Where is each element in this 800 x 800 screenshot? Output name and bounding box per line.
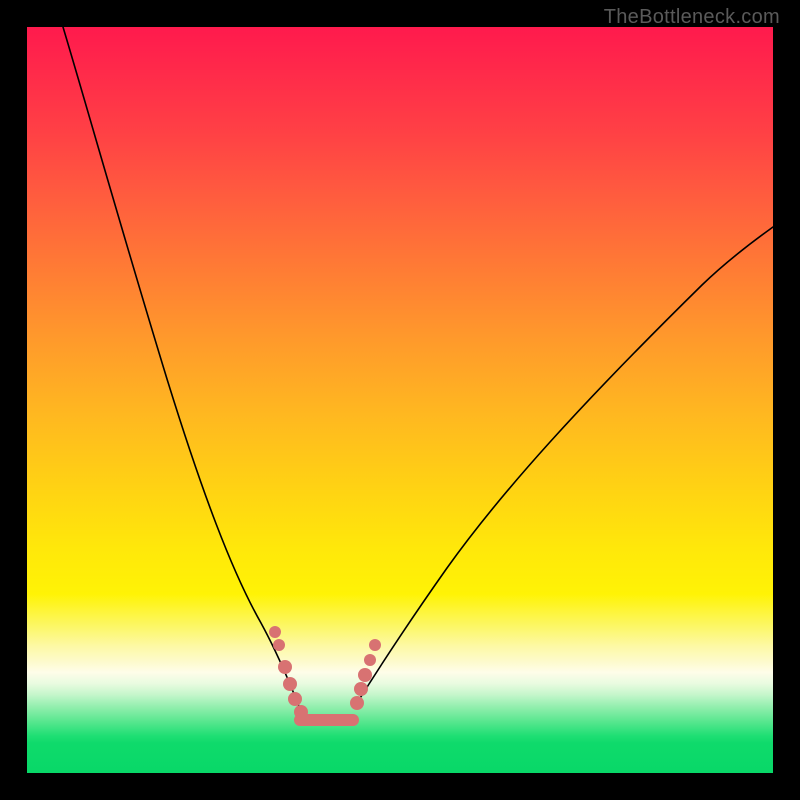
plot-area <box>27 27 773 773</box>
marker-dot <box>358 668 372 682</box>
marker-dot <box>350 696 364 710</box>
chart-svg <box>27 27 773 773</box>
marker-dot <box>269 626 281 638</box>
watermark-text: TheBottleneck.com <box>604 6 780 29</box>
marker-dot <box>369 639 381 651</box>
marker-dot <box>278 660 292 674</box>
marker-dot <box>288 692 302 706</box>
marker-dot <box>294 705 308 719</box>
chart-frame: TheBottleneck.com <box>0 0 800 800</box>
marker-dot <box>354 682 368 696</box>
marker-dot <box>364 654 376 666</box>
left-curve <box>63 27 300 709</box>
marker-dot <box>283 677 297 691</box>
marker-dot <box>273 639 285 651</box>
right-curve <box>357 227 773 703</box>
